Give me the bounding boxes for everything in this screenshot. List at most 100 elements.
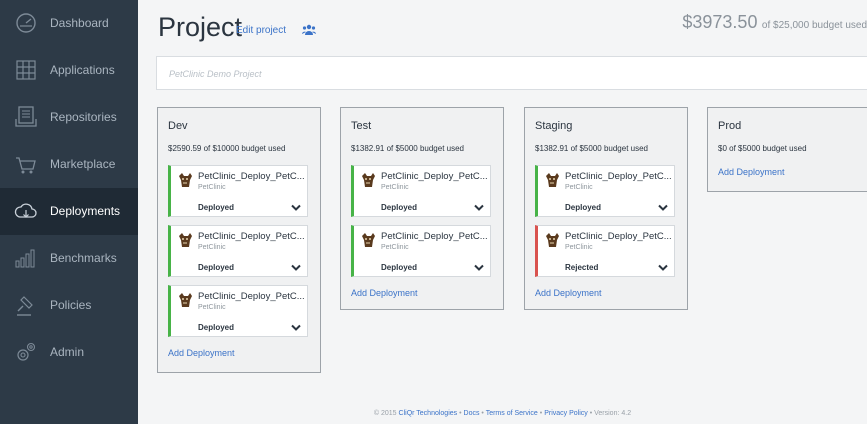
deployments-icon	[14, 203, 37, 218]
sidebar-item-admin[interactable]: Admin	[0, 329, 138, 376]
deployment-title: PetClinic_Deploy_PetC...	[381, 171, 488, 182]
deployment-status: Deployed	[198, 323, 235, 332]
benchmarks-icon	[15, 249, 35, 268]
deployment-status: Deployed	[381, 263, 418, 272]
footer-copyright: © 2015	[373, 410, 397, 417]
deployment-app: PetClinic	[381, 244, 409, 251]
footer-separator: •	[539, 410, 543, 417]
sidebar-item-applications[interactable]: Applications	[0, 47, 138, 94]
footer-privacy-link[interactable]: Privacy Policy	[544, 410, 588, 417]
sidebar-item-label: Dashboard	[50, 16, 109, 30]
environment-title: Dev	[168, 120, 188, 132]
sidebar-item-repositories[interactable]: Repositories	[0, 94, 138, 141]
environment-column-prod: Prod $0 of $5000 budget used Add Deploym…	[707, 107, 867, 192]
environment-budget: $2590.59 of $10000 budget used	[168, 144, 286, 153]
deployment-card[interactable]: PetClinic_Deploy_PetC... PetClinic Deplo…	[168, 225, 308, 277]
chevron-down-icon[interactable]	[291, 324, 301, 332]
chevron-down-icon[interactable]	[658, 204, 668, 212]
project-description-box[interactable]: PetClinic Demo Project	[156, 56, 867, 90]
deployment-status: Deployed	[198, 263, 235, 272]
environment-budget: $1382.91 of $5000 budget used	[535, 144, 648, 153]
deployment-title: PetClinic_Deploy_PetC...	[565, 231, 672, 242]
chevron-down-icon[interactable]	[291, 204, 301, 212]
sidebar-item-policies[interactable]: Policies	[0, 282, 138, 329]
footer: © 2015 CliQr Technologies • Docs • Terms…	[138, 404, 867, 424]
petclinic-logo-icon	[179, 233, 192, 247]
budget-text: of $25,000 budget used	[761, 20, 867, 31]
footer-docs-link[interactable]: Docs	[464, 410, 480, 417]
deployment-app: PetClinic	[565, 184, 593, 191]
admin-icon	[17, 342, 36, 361]
sidebar-item-benchmarks[interactable]: Benchmarks	[0, 235, 138, 282]
deployment-app: PetClinic	[198, 244, 226, 251]
deployment-title: PetClinic_Deploy_PetC...	[198, 231, 305, 242]
users-icon[interactable]	[302, 24, 316, 36]
budget-amount: $3973.50	[682, 12, 758, 32]
petclinic-logo-icon	[179, 293, 192, 307]
environment-title: Prod	[718, 120, 742, 132]
sidebar-item-marketplace[interactable]: Marketplace	[0, 141, 138, 188]
deployment-title: PetClinic_Deploy_PetC...	[565, 171, 672, 182]
deployment-card[interactable]: PetClinic_Deploy_PetC... PetClinic Deplo…	[168, 165, 308, 217]
deployment-card[interactable]: PetClinic_Deploy_PetC... PetClinic Deplo…	[351, 165, 491, 217]
footer-company-link[interactable]: CliQr Technologies	[399, 410, 458, 417]
environment-budget: $1382.91 of $5000 budget used	[351, 144, 464, 153]
deployment-card[interactable]: PetClinic_Deploy_PetC... PetClinic Deplo…	[351, 225, 491, 277]
footer-separator: •	[589, 410, 593, 417]
sidebar-item-label: Repositories	[50, 110, 117, 124]
footer-separator: •	[459, 410, 462, 417]
sidebar-item-dashboard[interactable]: Dashboard	[0, 0, 138, 47]
chevron-down-icon[interactable]	[291, 264, 301, 272]
page-title: Project	[158, 12, 243, 42]
add-deployment-link[interactable]: Add Deployment	[535, 288, 602, 298]
environment-column-dev: Dev $2590.59 of $10000 budget used PetCl…	[157, 107, 321, 373]
petclinic-logo-icon	[546, 233, 559, 247]
petclinic-logo-icon	[362, 173, 375, 187]
add-deployment-link[interactable]: Add Deployment	[351, 288, 418, 298]
deployment-card[interactable]: PetClinic_Deploy_PetC... PetClinic Deplo…	[535, 165, 675, 217]
deployment-title: PetClinic_Deploy_PetC...	[198, 171, 305, 182]
deployment-app: PetClinic	[381, 184, 409, 191]
applications-icon	[16, 60, 36, 80]
repositories-icon	[15, 106, 37, 127]
deployment-app: PetClinic	[565, 244, 593, 251]
add-deployment-link[interactable]: Add Deployment	[168, 348, 235, 358]
sidebar-item-label: Marketplace	[50, 157, 116, 171]
sidebar: Dashboard Applications Repositories Mark…	[0, 0, 138, 424]
petclinic-logo-icon	[362, 233, 375, 247]
sidebar-item-label: Applications	[50, 63, 115, 77]
policies-icon	[17, 296, 33, 316]
sidebar-item-label: Admin	[50, 345, 85, 359]
environment-column-test: Test $1382.91 of $5000 budget used PetCl…	[340, 107, 504, 310]
environment-column-staging: Staging $1382.91 of $5000 budget used Pe…	[524, 107, 688, 310]
add-deployment-link[interactable]: Add Deployment	[718, 167, 785, 177]
deployment-card[interactable]: PetClinic_Deploy_PetC... PetClinic Deplo…	[168, 285, 308, 337]
environment-title: Staging	[535, 120, 573, 132]
footer-separator: •	[481, 410, 484, 417]
project-description: PetClinic Demo Project	[169, 69, 262, 79]
chevron-down-icon[interactable]	[474, 204, 484, 212]
main-content: Project Edit project $3973.50 of $25,000…	[138, 0, 867, 424]
footer-terms-link[interactable]: Terms of Service	[486, 410, 538, 417]
dashboard-icon	[16, 13, 36, 33]
deployment-status: Deployed	[565, 203, 602, 212]
project-budget-summary: $3973.50 of $25,000 budget used	[682, 12, 867, 33]
deployment-status: Rejected	[565, 263, 599, 272]
deployment-app: PetClinic	[198, 304, 226, 311]
chevron-down-icon[interactable]	[474, 264, 484, 272]
deployment-card[interactable]: PetClinic_Deploy_PetC... PetClinic Rejec…	[535, 225, 675, 277]
environment-title: Test	[351, 120, 372, 132]
deployment-title: PetClinic_Deploy_PetC...	[198, 291, 305, 302]
chevron-down-icon[interactable]	[658, 264, 668, 272]
deployment-status: Deployed	[198, 203, 235, 212]
sidebar-item-label: Deployments	[50, 204, 121, 218]
deployment-title: PetClinic_Deploy_PetC...	[381, 231, 488, 242]
edit-project-link[interactable]: Edit project	[236, 25, 286, 36]
deployment-status: Deployed	[381, 203, 418, 212]
deployment-app: PetClinic	[198, 184, 226, 191]
petclinic-logo-icon	[546, 173, 559, 187]
petclinic-logo-icon	[179, 173, 192, 187]
sidebar-item-label: Policies	[50, 298, 92, 312]
sidebar-item-deployments[interactable]: Deployments	[0, 188, 138, 235]
sidebar-item-label: Benchmarks	[50, 251, 117, 265]
